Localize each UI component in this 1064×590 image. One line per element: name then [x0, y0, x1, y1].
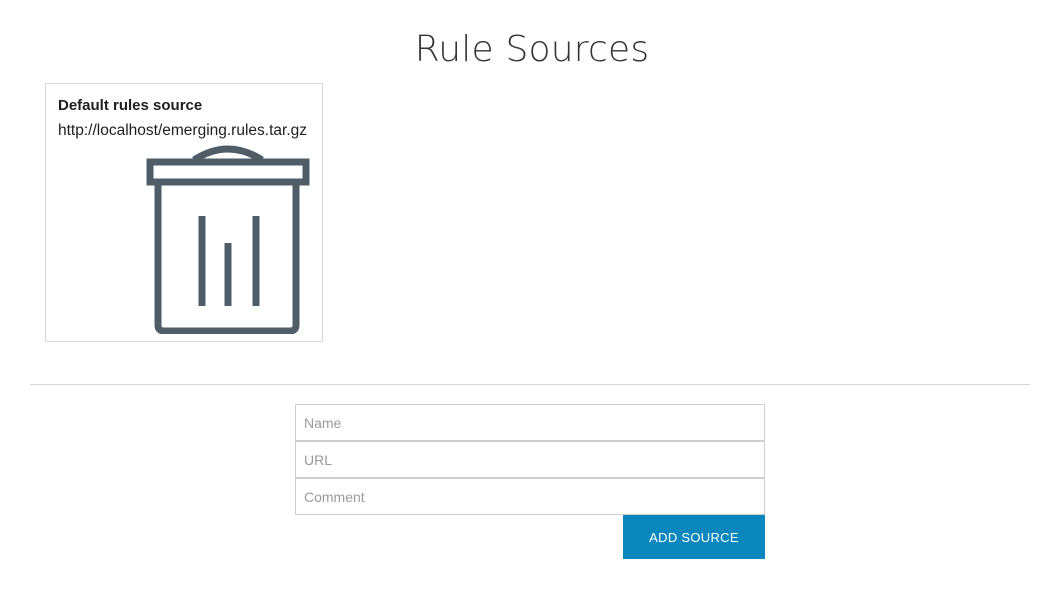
add-source-form: ADD SOURCE [295, 404, 765, 559]
page-title: Rule Sources [414, 29, 650, 70]
comment-input[interactable] [295, 478, 765, 515]
url-input[interactable] [295, 441, 765, 478]
trash-icon [146, 145, 310, 334]
rule-source-card: Default rules source http://localhost/em… [45, 83, 323, 342]
section-divider [30, 384, 1030, 385]
source-url: http://localhost/emerging.rules.tar.gz [58, 122, 307, 139]
add-source-button[interactable]: ADD SOURCE [623, 515, 765, 559]
delete-source-button[interactable] [144, 142, 316, 334]
rule-sources-page: Rule Sources Default rules source http:/… [0, 0, 1064, 590]
name-input[interactable] [295, 404, 765, 441]
source-name: Default rules source [58, 97, 203, 114]
